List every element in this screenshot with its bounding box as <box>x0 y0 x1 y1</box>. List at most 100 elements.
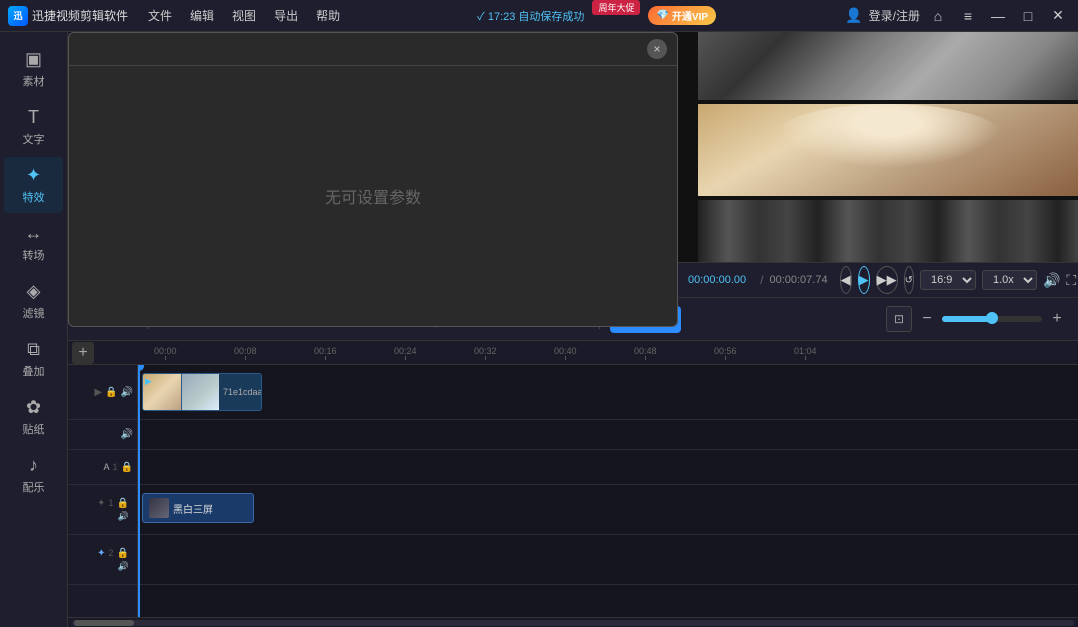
timeline-playhead[interactable] <box>138 365 140 617</box>
time-separator: / <box>760 273 763 287</box>
menu-file[interactable]: 文件 <box>140 5 180 26</box>
content-area: × 无可设置参数 <box>68 32 1078 627</box>
extra-track-row <box>138 535 1078 585</box>
home-button[interactable]: ⌂ <box>926 4 950 28</box>
zoom-thumb[interactable] <box>986 312 998 324</box>
track-label-extra: ✦ 2 🔒 🔊 <box>68 535 137 585</box>
zoom-in-button[interactable]: + <box>1046 308 1068 330</box>
close-button[interactable]: ✕ <box>1046 4 1070 28</box>
sidebar-item-audio[interactable]: ♪ 配乐 <box>4 447 63 503</box>
app-logo: 迅 <box>8 6 28 26</box>
zoom-fit-button[interactable]: ⊡ <box>886 306 912 332</box>
effect-track-row: 黑白三屏 <box>138 485 1078 535</box>
overlay-icon: ⧉ <box>27 339 40 360</box>
track-text-A: A <box>104 462 110 472</box>
app-title: 迅捷视频剪辑软件 <box>32 7 128 24</box>
ruler-mark-1: 00:08 <box>234 346 257 360</box>
zoom-out-button[interactable]: − <box>916 308 938 330</box>
menu-export[interactable]: 导出 <box>266 5 306 26</box>
track-lock-icon[interactable]: 🔒 <box>105 387 117 398</box>
panel-close-button[interactable]: × <box>647 39 667 59</box>
track-label-video: ▶ 🔒 🔊 <box>68 365 137 420</box>
scroll-track[interactable] <box>72 620 1074 626</box>
vip-promo-badge: 周年大促 <box>592 0 640 15</box>
playback-controls: 00:00:00.00 / 00:00:07.74 ◀ ▶ ▶▶ ↺ 16:9 … <box>678 262 1078 297</box>
track-content: ▶ 71e1cdaa21f146... <box>138 365 1078 617</box>
sidebar-item-media[interactable]: ▣ 素材 <box>4 41 63 97</box>
login-button[interactable]: 登录/注册 <box>869 7 920 24</box>
prev-frame-button[interactable]: ◀ <box>840 266 852 294</box>
menu-button[interactable]: ≡ <box>956 4 980 28</box>
sidebar-item-effects[interactable]: ✦ 特效 <box>4 157 63 213</box>
ratio-select[interactable]: 16:9 <box>920 270 976 290</box>
add-track-button[interactable]: + <box>72 342 94 364</box>
ruler-mark-4: 00:32 <box>474 346 497 360</box>
effects-icon: ✦ <box>26 165 41 186</box>
menu-edit[interactable]: 编辑 <box>182 5 222 26</box>
menu-help[interactable]: 帮助 <box>308 5 348 26</box>
left-sidebar: ▣ 素材 T 文字 ✦ 特效 ↔ 转场 ◈ 滤镜 ⧉ 叠加 ✿ 贴纸 ♪ 配乐 <box>0 32 68 627</box>
track-fx-lock[interactable]: 🔒 <box>117 498 129 509</box>
track-fx-num: 1 <box>109 498 114 509</box>
clip-play-icon: ▶ <box>145 376 152 387</box>
main-layout: ▣ 素材 T 文字 ✦ 特效 ↔ 转场 ◈ 滤镜 ⧉ 叠加 ✿ 贴纸 ♪ 配乐 <box>0 32 1078 627</box>
track-extra-icon: ✦ <box>97 548 105 559</box>
timeline-scrollbar[interactable] <box>68 617 1078 627</box>
maximize-button[interactable]: □ <box>1016 4 1040 28</box>
loop-button[interactable]: ↺ <box>904 266 914 294</box>
track-label-effect: ✦ 1 🔒 🔊 <box>68 485 137 535</box>
vip-button[interactable]: 💎 开通VIP <box>648 6 716 25</box>
track-audio-icon: 🔊 <box>121 429 133 440</box>
sidebar-item-overlay[interactable]: ⧉ 叠加 <box>4 331 63 387</box>
effect-clip[interactable]: 黑白三屏 <box>142 493 254 523</box>
title-bar-right: 👤 登录/注册 ⌂ ≡ — □ ✕ <box>845 4 1070 28</box>
speed-select[interactable]: 1.0x <box>982 270 1037 290</box>
track-fx-vol[interactable]: 🔊 <box>118 511 129 522</box>
track-extra-vol[interactable]: 🔊 <box>118 561 129 572</box>
title-bar: 迅 迅捷视频剪辑软件 文件 编辑 视图 导出 帮助 ✓ 17:23 自动保存成功… <box>0 0 1078 32</box>
ruler-mark-8: 01:04 <box>794 346 817 360</box>
clip-thumb-2 <box>181 374 219 410</box>
menu-view[interactable]: 视图 <box>224 5 264 26</box>
sidebar-item-filters[interactable]: ◈ 滤镜 <box>4 273 63 329</box>
sticker-icon: ✿ <box>26 397 41 418</box>
volume-icon[interactable]: 🔊 <box>1043 272 1060 289</box>
track-volume-icon[interactable]: 🔊 <box>121 387 133 398</box>
title-bar-center: ✓ 17:23 自动保存成功 周年大促 💎 开通VIP <box>477 6 716 25</box>
sidebar-item-transitions[interactable]: ↔ 转场 <box>4 215 63 271</box>
timeline-tracks: ▶ 🔒 🔊 🔊 A 1 🔒 <box>68 365 1078 617</box>
fullscreen-icon[interactable]: ⛶ <box>1066 272 1076 289</box>
ruler-mark-5: 00:40 <box>554 346 577 360</box>
video-clip[interactable]: ▶ 71e1cdaa21f146... <box>142 373 262 411</box>
effect-thumb <box>149 498 169 518</box>
track-label-text1: A 1 🔒 <box>68 450 137 485</box>
filters-icon: ◈ <box>27 281 41 302</box>
track-lock2-icon[interactable]: 🔒 <box>121 462 133 473</box>
preview-strip-2 <box>698 104 1078 196</box>
next-frame-button[interactable]: ▶▶ <box>876 266 898 294</box>
text-icon: T <box>28 107 39 128</box>
clip-name: 71e1cdaa21f146... <box>219 385 261 399</box>
track-labels: ▶ 🔒 🔊 🔊 A 1 🔒 <box>68 365 138 617</box>
media-icon: ▣ <box>25 49 42 70</box>
text-track-row <box>138 450 1078 485</box>
audio-track-row <box>138 420 1078 450</box>
track-label-audio: 🔊 <box>68 420 137 450</box>
preview-visual-2 <box>698 104 1078 196</box>
no-params-label: 无可设置参数 <box>325 184 421 208</box>
ruler-mark-6: 00:48 <box>634 346 657 360</box>
sidebar-item-text[interactable]: T 文字 <box>4 99 63 155</box>
title-bar-menu: 文件 编辑 视图 导出 帮助 <box>140 5 348 26</box>
minimize-button[interactable]: — <box>986 4 1010 28</box>
play-button[interactable]: ▶ <box>858 266 870 294</box>
track-extra-num: 2 <box>109 548 114 559</box>
playback-total-time: 00:00:07.74 <box>769 274 827 286</box>
user-icon: 👤 <box>845 7 862 24</box>
track-extra-lock[interactable]: 🔒 <box>117 548 129 559</box>
scroll-thumb[interactable] <box>74 620 134 626</box>
zoom-slider[interactable] <box>942 316 1042 322</box>
sidebar-item-sticker[interactable]: ✿ 贴纸 <box>4 389 63 445</box>
video-track-row: ▶ 71e1cdaa21f146... <box>138 365 1078 420</box>
preview-strip-1 <box>698 32 1078 100</box>
track-num-1: 1 <box>113 462 118 472</box>
